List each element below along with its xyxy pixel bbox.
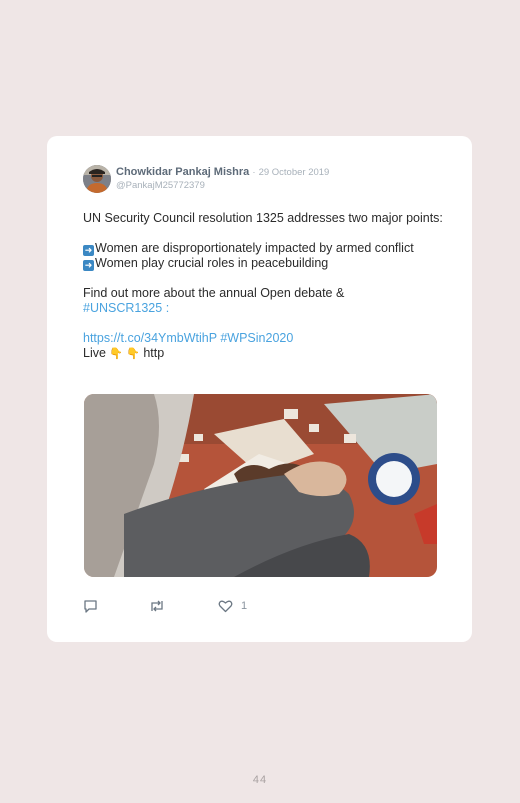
author-handle[interactable]: @PankajM25772379 — [116, 180, 205, 191]
mosaic-photo-image — [84, 394, 437, 577]
tweet-text: UN Security Council resolution 1325 addr… — [83, 211, 443, 362]
bullet-item: ➜ Women play crucial roles in peacebuildi… — [83, 256, 443, 271]
hashtag-link[interactable]: #UNSCR1325 — [83, 301, 162, 315]
avatar-image — [83, 165, 111, 193]
tweet-photo[interactable] — [84, 394, 437, 577]
author-name[interactable]: Chowkidar Pankaj Mishra — [116, 166, 249, 178]
colon-text: : — [162, 301, 170, 315]
right-arrow-emoji-icon: ➜ — [83, 260, 94, 271]
bullet-item: ➜ Women are disproportionately impacted b… — [83, 241, 443, 256]
heart-icon — [218, 600, 233, 613]
retweet-icon — [151, 600, 163, 612]
tweet-date[interactable]: 29 October 2019 — [259, 167, 330, 178]
tweet-line: #UNSCR1325 : — [83, 301, 443, 316]
tweet-line: https://t.co/34YmbWtihP #WPSin2020 — [83, 331, 443, 346]
like-count: 1 — [241, 600, 248, 612]
retweet-button[interactable] — [149, 599, 165, 613]
live-text: Live — [83, 346, 106, 360]
right-arrow-emoji-icon: ➜ — [83, 245, 94, 256]
like-button[interactable]: 1 — [218, 599, 247, 613]
tweet-card: Chowkidar Pankaj Mishra · 29 October 201… — [47, 136, 472, 642]
pointing-down-emoji-icon: 👇 👇 — [109, 348, 140, 360]
tweet-line: Find out more about the annual Open deba… — [83, 286, 345, 300]
tweet-line: UN Security Council resolution 1325 addr… — [83, 211, 443, 225]
tweet-actions: 1 — [83, 599, 283, 613]
page-number: 44 — [252, 774, 268, 786]
avatar[interactable] — [83, 165, 111, 193]
url-link[interactable]: https://t.co/34YmbWtihP — [83, 331, 217, 345]
reply-button[interactable] — [83, 599, 98, 613]
reply-icon — [84, 600, 97, 613]
tweet-line: Live 👇 👇 http — [83, 346, 443, 362]
bullet-text: Women are disproportionately impacted by… — [95, 241, 414, 255]
author-line: Chowkidar Pankaj Mishra · 29 October 201… — [116, 166, 329, 178]
hashtag-link[interactable]: #WPSin2020 — [220, 331, 293, 345]
separator: · — [252, 167, 256, 178]
http-text: http — [139, 346, 165, 360]
bullet-text: Women play crucial roles in peacebuildin… — [95, 256, 329, 270]
